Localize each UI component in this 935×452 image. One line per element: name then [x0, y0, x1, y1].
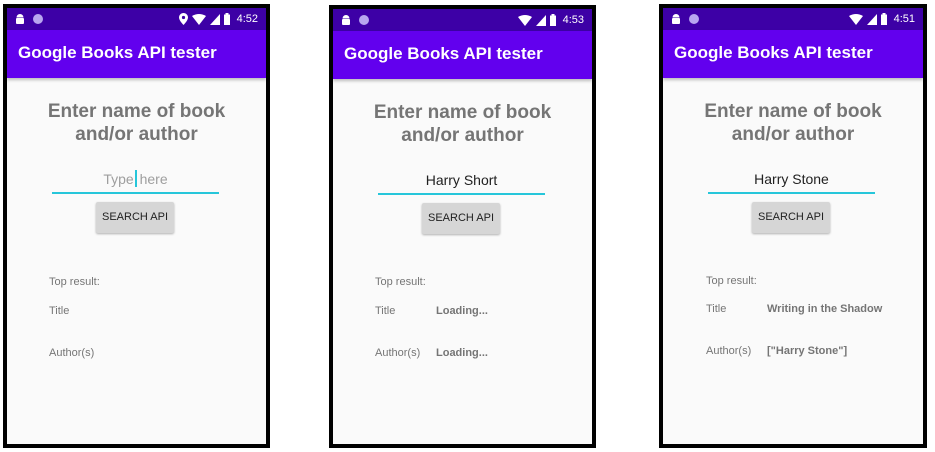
prompt-line-2: and/or author	[401, 125, 524, 146]
prompt-line-1: Enter name of book	[373, 102, 552, 123]
location-icon	[178, 13, 188, 25]
top-result-label: Top result:	[375, 276, 426, 288]
prompt-line-2: and/or author	[75, 124, 198, 145]
wifi-icon	[191, 13, 206, 25]
search-input[interactable]: Harry Stone	[708, 168, 875, 194]
author-label: Author(s)	[706, 345, 752, 357]
title-label: Title	[706, 303, 727, 315]
search-input[interactable]: Harry Short	[378, 169, 545, 195]
android-icon	[672, 14, 680, 24]
notification-dot-icon	[33, 14, 43, 24]
top-result-label: Top result:	[706, 275, 757, 287]
app-title: Google Books API tester	[674, 43, 873, 62]
prompt-heading: Enter name of book and/or author	[7, 100, 266, 146]
title-label: Title	[49, 305, 70, 317]
search-input[interactable]: Type here	[52, 168, 219, 194]
app-screen: 4:51 Google Books API tester Enter name …	[663, 8, 923, 444]
status-bar: 4:51	[663, 8, 923, 30]
phone-frame-3: 4:51 Google Books API tester Enter name …	[659, 4, 927, 448]
search-api-button[interactable]: SEARCH API	[752, 202, 830, 233]
app-title: Google Books API tester	[18, 43, 217, 62]
status-bar: 4:52	[7, 8, 266, 30]
signal-icon	[866, 13, 877, 25]
author-value: ["Harry Stone"]	[767, 345, 848, 357]
signal-icon	[209, 13, 220, 25]
author-value: Loading...	[436, 347, 488, 359]
prompt-heading: Enter name of book and/or author	[663, 100, 923, 146]
notification-dot-icon	[359, 15, 369, 25]
app-title: Google Books API tester	[344, 44, 543, 63]
phone-frame-1: 4:52 Google Books API tester Enter name …	[3, 4, 270, 448]
search-placeholder-end: here	[135, 171, 168, 187]
prompt-line-1: Enter name of book	[704, 101, 882, 122]
author-label: Author(s)	[49, 347, 95, 359]
title-value: Writing in the Shadow	[767, 303, 883, 315]
status-time: 4:51	[893, 13, 915, 25]
app-bar: Google Books API tester	[663, 30, 923, 78]
author-label: Author(s)	[375, 347, 421, 359]
battery-icon	[549, 14, 556, 26]
prompt-heading: Enter name of book and/or author	[333, 101, 592, 147]
title-value: Loading...	[436, 305, 488, 317]
wifi-icon	[848, 13, 863, 25]
battery-icon	[880, 13, 887, 25]
status-time: 4:53	[562, 14, 584, 26]
status-time: 4:52	[236, 13, 258, 25]
app-bar: Google Books API tester	[7, 30, 266, 78]
notification-dot-icon	[689, 14, 699, 24]
android-icon	[342, 15, 350, 25]
signal-icon	[535, 14, 546, 26]
title-label: Title	[375, 305, 396, 317]
wifi-icon	[517, 14, 532, 26]
search-api-button[interactable]: SEARCH API	[96, 202, 174, 233]
app-screen: 4:52 Google Books API tester Enter name …	[7, 8, 266, 444]
status-bar: 4:53	[333, 9, 592, 31]
top-result-label: Top result:	[49, 276, 100, 288]
search-api-button[interactable]: SEARCH API	[422, 203, 500, 234]
phone-frame-2: 4:53 Google Books API tester Enter name …	[329, 5, 596, 448]
app-bar: Google Books API tester	[333, 31, 592, 79]
search-placeholder-start: Type	[103, 171, 134, 187]
prompt-line-2: and/or author	[731, 124, 855, 145]
android-icon	[16, 14, 24, 24]
prompt-line-1: Enter name of book	[47, 101, 226, 122]
battery-icon	[223, 13, 230, 25]
app-screen: 4:53 Google Books API tester Enter name …	[333, 9, 592, 444]
